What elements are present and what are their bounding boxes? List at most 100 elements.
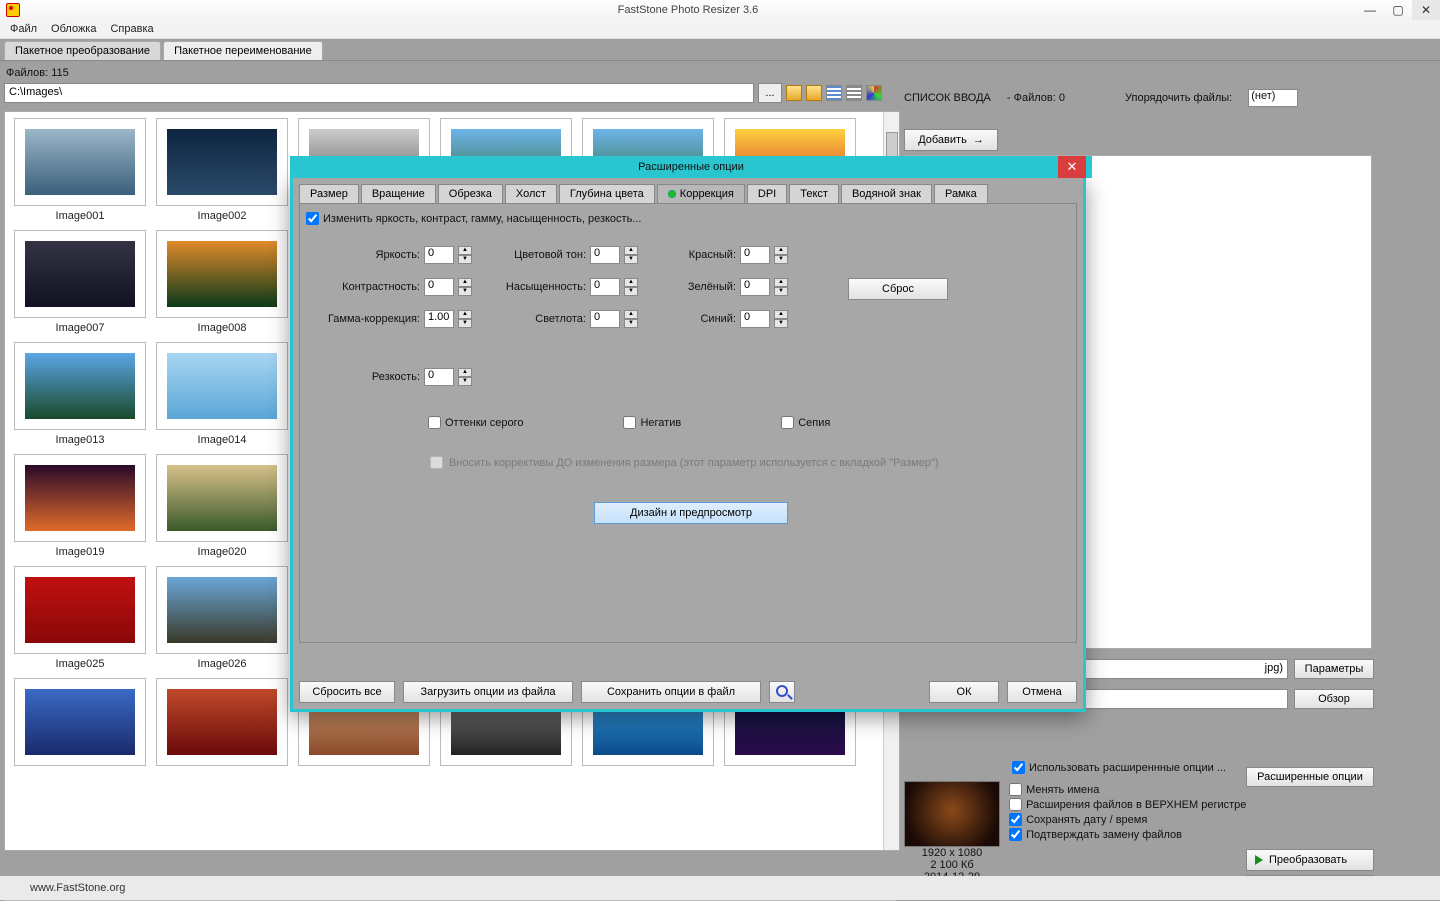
preview-dims: 1920 x 1080 (904, 847, 1000, 859)
use-advanced-check[interactable]: Использовать расширеннные опции ... (1012, 761, 1226, 774)
preview-thumbnail[interactable] (904, 781, 1000, 847)
tab-canvas[interactable]: Холст (505, 184, 557, 203)
confirm-overwrite-check[interactable]: Подтверждать замену файлов (1009, 828, 1246, 841)
green-spinner[interactable]: ▲▼ (774, 278, 788, 296)
brightness-spinner[interactable]: ▲▼ (458, 246, 472, 264)
output-browse-button[interactable]: Обзор (1294, 689, 1374, 709)
tab-frame[interactable]: Рамка (934, 184, 988, 203)
thumbnail-label: Image026 (198, 658, 247, 670)
tab-depth[interactable]: Глубина цвета (559, 184, 655, 203)
tab-correction[interactable]: Коррекция (657, 184, 745, 203)
folder-up-icon[interactable] (806, 85, 822, 101)
reset-all-button[interactable]: Сбросить все (299, 681, 395, 703)
ok-button[interactable]: ОК (929, 681, 999, 703)
green-input[interactable]: 0 (740, 278, 770, 296)
dialog-tabs: Размер Вращение Обрезка Холст Глубина цв… (299, 184, 1077, 203)
thumbnail-item[interactable]: Image020 (153, 454, 291, 558)
add-button[interactable]: Добавить→ (904, 129, 998, 151)
dialog-title: Расширенные опции (290, 156, 1092, 178)
tab-dpi[interactable]: DPI (747, 184, 787, 203)
view-details-icon[interactable] (846, 85, 862, 101)
gamma-spinner[interactable]: ▲▼ (458, 310, 472, 328)
thumbnail-label: Image020 (198, 546, 247, 558)
lightness-input[interactable]: 0 (590, 310, 620, 328)
thumbnail-item[interactable]: Image007 (11, 230, 149, 334)
menu-file[interactable]: Файл (10, 23, 37, 35)
sharpness-spinner[interactable]: ▲▼ (458, 368, 472, 386)
cancel-button[interactable]: Отмена (1007, 681, 1077, 703)
sepia-check[interactable]: Сепия (781, 416, 830, 429)
gamma-input[interactable]: 1.00 (424, 310, 454, 328)
thumbnail-item[interactable]: Image008 (153, 230, 291, 334)
enable-correction-check[interactable]: Изменить яркость, контраст, гамму, насыщ… (306, 212, 641, 225)
menu-bar: Файл Обложка Справка (0, 20, 1440, 39)
thumbnail-item[interactable] (11, 678, 149, 770)
path-input[interactable]: C:\Images\ (4, 83, 754, 103)
reset-button[interactable]: Сброс (848, 278, 948, 300)
thumbnail-item[interactable]: Image019 (11, 454, 149, 558)
tab-size[interactable]: Размер (299, 184, 359, 203)
hue-input[interactable]: 0 (590, 246, 620, 264)
window-close-button[interactable]: ✕ (1412, 0, 1440, 20)
thumbnail-item[interactable]: Image001 (11, 118, 149, 222)
thumbnail-item[interactable]: Image026 (153, 566, 291, 670)
save-options-button[interactable]: Сохранить опции в файл (581, 681, 761, 703)
uppercase-ext-check[interactable]: Расширения файлов в ВЕРХНЕМ регистре (1009, 798, 1246, 811)
thumbnail-label: Image013 (56, 434, 105, 446)
maximize-button[interactable]: ▢ (1384, 0, 1412, 20)
tab-rotate[interactable]: Вращение (361, 184, 436, 203)
tab-batch-rename[interactable]: Пакетное переименование (163, 41, 323, 60)
brightness-input[interactable]: 0 (424, 246, 454, 264)
rename-check[interactable]: Менять имена (1009, 783, 1246, 796)
thumbnail-label: Image019 (56, 546, 105, 558)
keep-date-check[interactable]: Сохранять дату / время (1009, 813, 1246, 826)
saturation-input[interactable]: 0 (590, 278, 620, 296)
tab-watermark[interactable]: Водяной знак (841, 184, 932, 203)
browse-path-button[interactable]: ... (758, 83, 782, 103)
app-icon (6, 3, 20, 17)
load-options-button[interactable]: Загрузить опции из файла (403, 681, 573, 703)
saturation-spinner[interactable]: ▲▼ (624, 278, 638, 296)
red-spinner[interactable]: ▲▼ (774, 246, 788, 264)
format-params-button[interactable]: Параметры (1294, 659, 1374, 679)
sharpness-input[interactable]: 0 (424, 368, 454, 386)
view-list-icon[interactable] (826, 85, 842, 101)
convert-button[interactable]: Преобразовать (1246, 849, 1374, 871)
advanced-options-button[interactable]: Расширенные опции (1246, 767, 1374, 787)
thumbnail-item[interactable]: Image025 (11, 566, 149, 670)
tab-strip: Пакетное преобразование Пакетное переиме… (0, 39, 1440, 61)
tab-crop[interactable]: Обрезка (438, 184, 503, 203)
tab-batch-convert[interactable]: Пакетное преобразование (4, 41, 161, 60)
thumbnail-item[interactable] (153, 678, 291, 770)
hue-spinner[interactable]: ▲▼ (624, 246, 638, 264)
thumbnail-item[interactable]: Image013 (11, 342, 149, 446)
sort-combobox[interactable]: (нет) (1248, 89, 1298, 107)
brightness-label: Яркость: (310, 249, 420, 261)
dialog-close-button[interactable]: ✕ (1058, 156, 1086, 178)
folder-open-icon[interactable] (786, 85, 802, 101)
minimize-button[interactable]: — (1356, 0, 1384, 20)
window-title: FastStone Photo Resizer 3.6 (20, 4, 1356, 16)
negative-check[interactable]: Негатив (623, 416, 681, 429)
active-indicator-icon (668, 190, 676, 198)
website-link[interactable]: www.FastStone.org (30, 882, 125, 894)
sharpness-label: Резкость: (310, 371, 420, 383)
lightness-spinner[interactable]: ▲▼ (624, 310, 638, 328)
contrast-label: Контрастность: (310, 281, 420, 293)
grayscale-check[interactable]: Оттенки серого (428, 416, 523, 429)
menu-skin[interactable]: Обложка (51, 23, 96, 35)
thumbnail-item[interactable]: Image002 (153, 118, 291, 222)
tab-text[interactable]: Текст (789, 184, 839, 203)
thumbnail-item[interactable]: Image014 (153, 342, 291, 446)
blue-spinner[interactable]: ▲▼ (774, 310, 788, 328)
menu-help[interactable]: Справка (110, 23, 153, 35)
preview-options-button[interactable] (769, 681, 795, 703)
contrast-input[interactable]: 0 (424, 278, 454, 296)
contrast-spinner[interactable]: ▲▼ (458, 278, 472, 296)
design-preview-button[interactable]: Дизайн и предпросмотр (594, 502, 788, 524)
view-thumbs-icon[interactable] (866, 85, 882, 101)
files-count: Файлов: 115 (6, 67, 1436, 79)
red-input[interactable]: 0 (740, 246, 770, 264)
magnifier-icon (776, 685, 788, 697)
blue-input[interactable]: 0 (740, 310, 770, 328)
